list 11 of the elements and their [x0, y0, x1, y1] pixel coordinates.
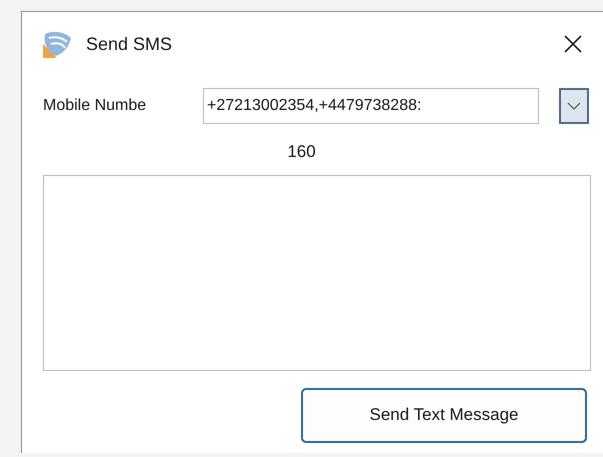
app-logo-icon	[43, 30, 73, 58]
mobile-number-label: Mobile Numbe	[43, 96, 148, 116]
message-field[interactable]	[43, 174, 591, 370]
close-icon	[564, 35, 582, 53]
mobile-number-field[interactable]: +27213002354,+4479738288:	[203, 88, 539, 124]
character-count: 160	[287, 141, 316, 163]
window-title: Send SMS	[86, 32, 172, 56]
close-button[interactable]	[562, 33, 584, 55]
send-text-message-button[interactable]: Send Text Message	[301, 388, 587, 442]
chevron-down-icon	[567, 102, 581, 110]
dropdown-button[interactable]	[559, 88, 589, 124]
